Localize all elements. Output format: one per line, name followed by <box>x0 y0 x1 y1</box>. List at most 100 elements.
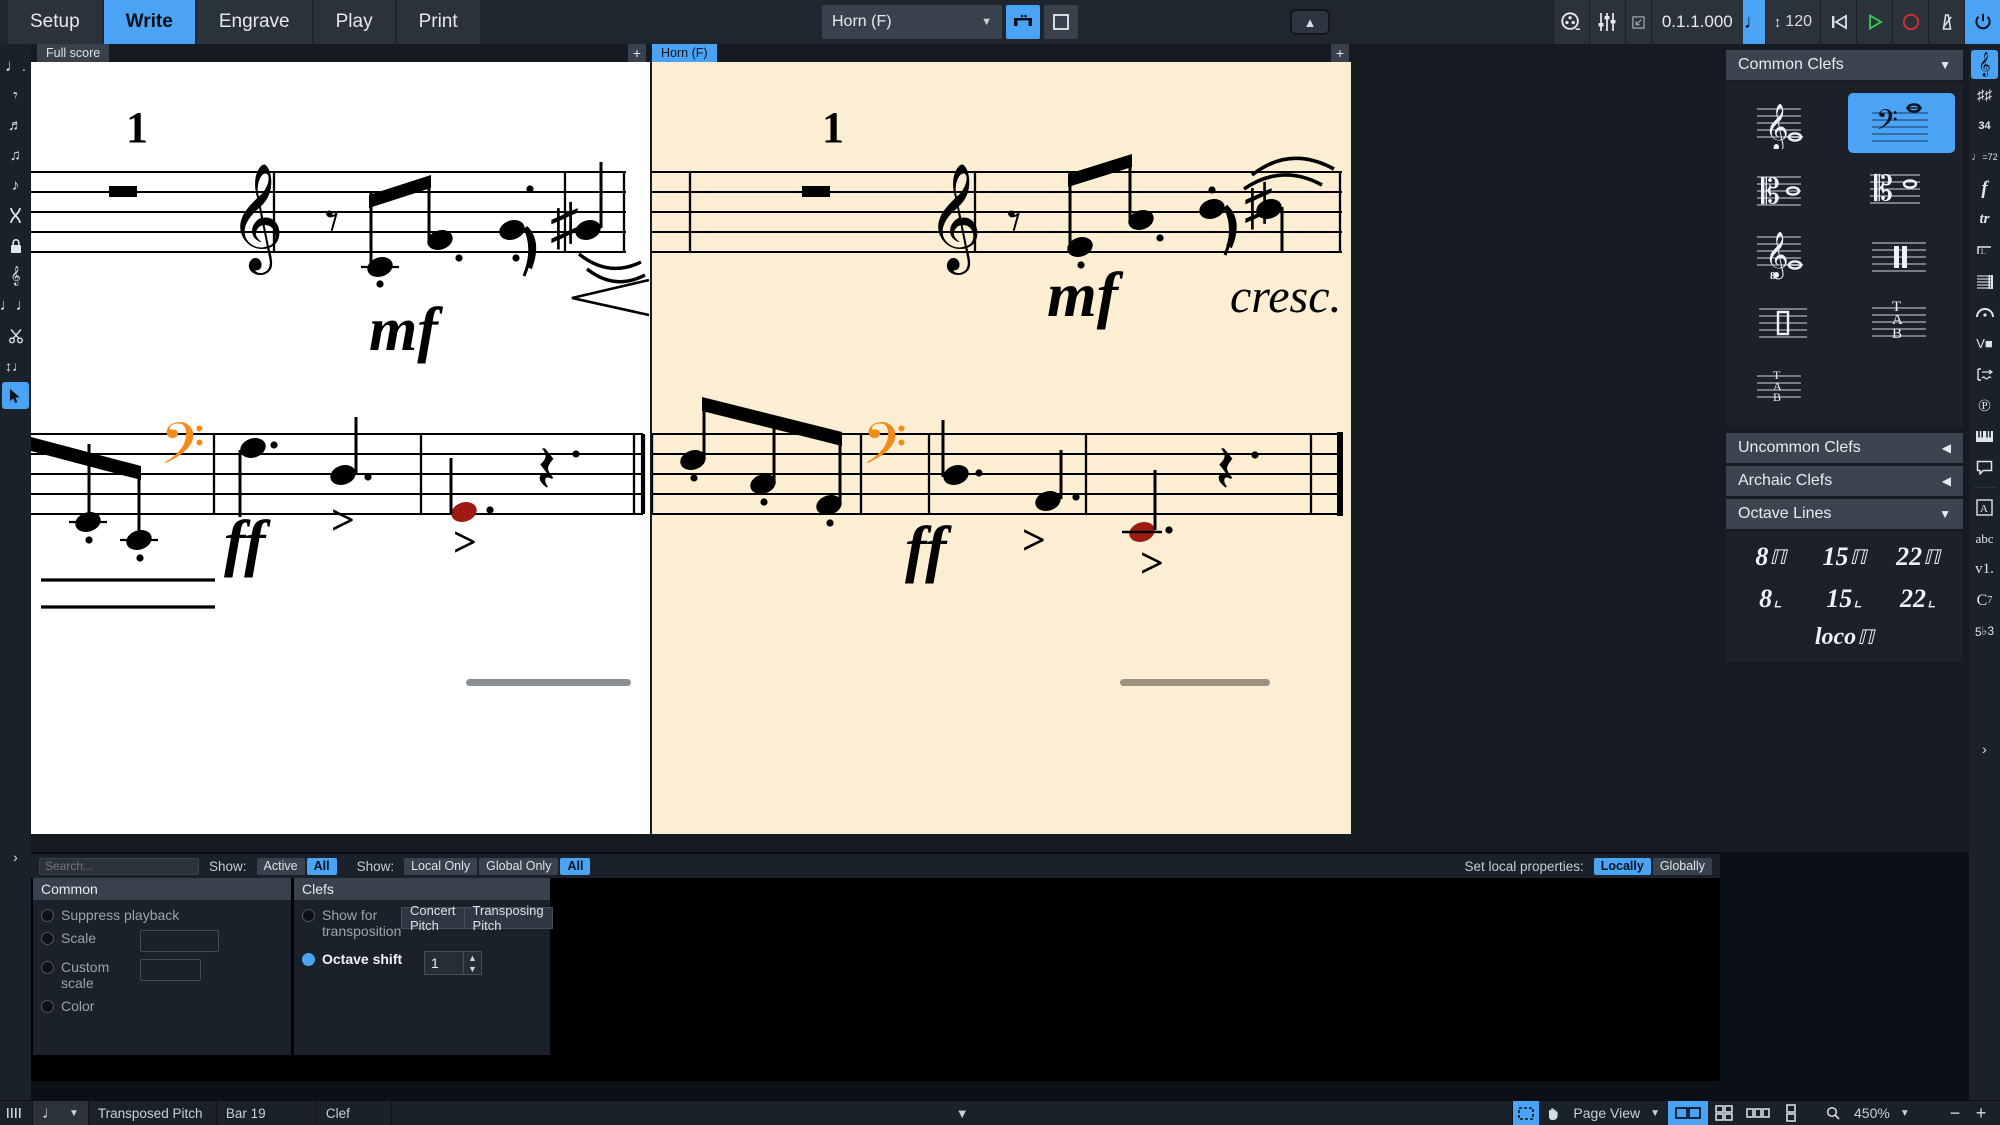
treble-clef-icon[interactable]: 𝄞 <box>1971 50 1998 79</box>
trill-icon[interactable]: tr <box>1971 205 1998 234</box>
transposing-pitch-button[interactable]: Transposing Pitch <box>464 903 553 933</box>
abc-icon[interactable]: abc <box>1971 524 1998 553</box>
two-page-spread-icon[interactable] <box>1668 1101 1708 1125</box>
first-ending-icon[interactable]: 1. <box>1971 236 1998 265</box>
add-tab-right-button[interactable]: + <box>1331 44 1349 62</box>
score-page-horn-f[interactable]: 1 𝄞 𝄾 ♯ mf cresc. 𝄢 ff > > 𝄽 <box>652 62 1351 834</box>
zoom-in-button[interactable]: + <box>1968 1101 1994 1125</box>
zoom-level-select[interactable]: 450% ▼ <box>1846 1105 1942 1121</box>
filter-active-button[interactable]: Active <box>256 857 305 875</box>
stepper-down-icon[interactable]: ▼ <box>464 963 481 974</box>
scale-field[interactable] <box>140 930 219 953</box>
filter-all-button[interactable]: All <box>306 857 337 875</box>
toggle-show-for-transposition[interactable] <box>302 909 315 922</box>
clef-option-treble[interactable]: 𝄞 <box>1734 93 1842 153</box>
barlines-icon[interactable] <box>1971 267 1998 296</box>
clef-option-unpitched-percussion[interactable] <box>1734 291 1842 351</box>
chevron-down-icon[interactable]: ▼ <box>952 1102 972 1124</box>
mode-tab-write[interactable]: Write <box>103 0 197 44</box>
section-header-octave-lines[interactable]: Octave Lines ▼ <box>1726 499 1963 529</box>
fermata-icon[interactable] <box>1971 298 1998 327</box>
octave-line-8va[interactable]: 8ℿ <box>1736 538 1806 576</box>
property-row-show-for-transposition[interactable]: Show for transposition Concert Pitch Tra… <box>294 900 553 939</box>
marquee-select-icon[interactable] <box>1513 1101 1540 1125</box>
score-page-full-score[interactable]: 1 𝄞 𝄾 ♯ mf 𝄢 ff > > 𝄽 <box>31 62 650 834</box>
octave-line-15ma[interactable]: 15 ℿ <box>1810 538 1880 576</box>
toggle-octave-shift[interactable] <box>302 953 315 967</box>
transport-position[interactable]: 0.1.1.000 <box>1650 0 1743 44</box>
two-notes-icon[interactable]: ♩♩ <box>0 292 32 319</box>
rewind-to-start-icon[interactable] <box>1820 0 1856 44</box>
record-icon[interactable] <box>1892 0 1928 44</box>
view-mode-select[interactable]: Page View ▼ <box>1565 1105 1668 1121</box>
doc-tab-horn-f[interactable]: Horn (F) <box>652 44 717 62</box>
mode-tab-engrave[interactable]: Engrave <box>196 0 314 44</box>
transpose-note-icon[interactable]: ↕♩ <box>2 352 29 379</box>
octave-line-22ma[interactable]: 22 ℿ <box>1883 538 1953 576</box>
metronome-icon[interactable] <box>1928 0 1964 44</box>
octave-shift-stepper[interactable]: 1 ▲ ▼ <box>424 951 482 976</box>
lock-icon[interactable] <box>2 232 29 259</box>
hand-pan-icon[interactable] <box>1539 1101 1565 1125</box>
tuplet-icon[interactable]: ♫ <box>2 142 29 169</box>
horizontal-scrollbar-left[interactable] <box>466 679 631 686</box>
section-header-uncommon-clefs[interactable]: Uncommon Clefs ◀ <box>1726 433 1963 463</box>
section-header-common-clefs[interactable]: Common Clefs ▼ <box>1726 50 1963 80</box>
c7-icon[interactable]: C7 <box>1971 586 1998 615</box>
hourglass-icon[interactable] <box>2 202 29 229</box>
magnifier-icon[interactable] <box>1820 1101 1846 1125</box>
property-row-color[interactable]: Color <box>33 991 291 1014</box>
properties-search-input[interactable] <box>39 857 199 875</box>
custom-scale-field[interactable] <box>140 959 201 982</box>
add-tab-left-button[interactable]: + <box>628 44 646 62</box>
clef-option-percussion[interactable] <box>1848 225 1956 285</box>
set-globally-button[interactable]: Globally <box>1652 857 1712 875</box>
pitch-mode-label[interactable]: Transposed Pitch <box>89 1101 217 1125</box>
ornament-note-icon[interactable]: ♪ <box>2 172 29 199</box>
toggle-custom-scale[interactable] <box>41 961 54 975</box>
clef-option-bass[interactable]: 𝄢 <box>1847 93 1955 153</box>
galley-view-icon[interactable] <box>1006 5 1040 39</box>
film-reel-icon[interactable] <box>1552 0 1589 44</box>
tempo-mark-icon[interactable]: ♩ =72 <box>1971 143 1998 172</box>
dotted-quarter-note-icon[interactable]: ♩. <box>2 52 29 79</box>
mode-tab-setup[interactable]: Setup <box>8 0 104 44</box>
bowing-icon[interactable]: V■ <box>1971 329 1998 358</box>
filter-local-only-button[interactable]: Local Only <box>404 857 478 875</box>
toggle-scale[interactable] <box>41 932 54 946</box>
line-icon[interactable] <box>1971 360 1998 389</box>
note-input-selector[interactable]: ♩ ▼ <box>33 1101 89 1125</box>
doc-tab-full-score[interactable]: Full score <box>37 44 110 62</box>
forte-icon[interactable]: f <box>1971 174 1998 203</box>
layout-select[interactable]: Horn (F) ▼ <box>822 5 1002 39</box>
property-row-octave-shift[interactable]: Octave shift 1 ▲ ▼ <box>294 939 550 976</box>
octave-line-22mb[interactable]: 22 ⌞ <box>1883 580 1953 618</box>
clef-option-tab-4[interactable]: TAB <box>1734 357 1842 417</box>
boxed-a-icon[interactable]: A <box>1971 493 1998 522</box>
horizontal-scrollbar-right[interactable] <box>1120 679 1270 686</box>
power-icon[interactable] <box>1964 0 2000 44</box>
mode-tab-print[interactable]: Print <box>396 0 482 44</box>
expand-left-panel-button[interactable]: › <box>2 843 29 870</box>
mode-tab-play[interactable]: Play <box>313 0 397 44</box>
stepper-up-icon[interactable]: ▲ <box>464 952 481 963</box>
two-page-column-icon[interactable] <box>1776 1101 1806 1125</box>
clef-option-tenor[interactable]: 𝄡 <box>1848 159 1956 219</box>
property-row-custom-scale[interactable]: Custom scale <box>33 952 291 991</box>
mixer-icon[interactable] <box>1588 0 1625 44</box>
play-icon[interactable] <box>1856 0 1892 44</box>
octave-line-8vb[interactable]: 8 ⌞ <box>1736 580 1806 618</box>
octave-line-15mb[interactable]: 15 ⌞ <box>1810 580 1880 618</box>
property-row-suppress-playback[interactable]: Suppress playback <box>33 900 291 923</box>
comment-icon[interactable] <box>1971 453 1998 482</box>
octave-line-loco[interactable]: loco ℿ <box>1736 618 1953 656</box>
toggle-suppress-playback[interactable] <box>41 909 54 922</box>
clef-option-treble-octave-down[interactable]: 𝄞 8 <box>1734 225 1842 285</box>
section-header-archaic-clefs[interactable]: Archaic Clefs ◀ <box>1726 466 1963 496</box>
quarter-note-icon[interactable]: ♩ <box>1742 0 1765 44</box>
time-signature-icon[interactable]: 34 <box>1971 112 1998 141</box>
clef-option-alto[interactable]: 𝄡 <box>1734 159 1842 219</box>
figured-bass-icon[interactable]: 5 ♭3 <box>1971 617 1998 646</box>
four-page-grid-icon[interactable] <box>1708 1101 1740 1125</box>
eighth-rest-icon[interactable]: 𝄾 <box>2 82 29 109</box>
